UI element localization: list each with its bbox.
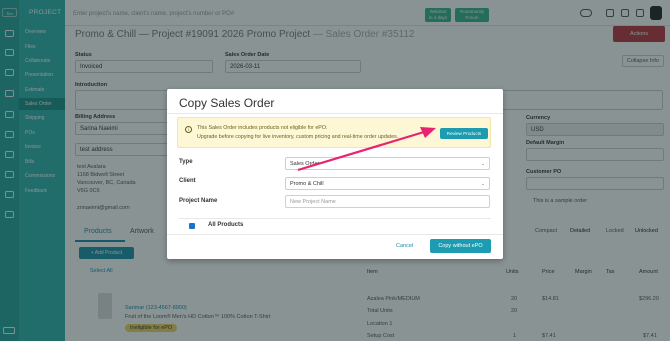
warning-line-1: This Sales Order includes products not e… — [197, 125, 328, 131]
cancel-button[interactable]: Cancel — [396, 243, 413, 249]
type-value: Sales Order — [290, 161, 320, 167]
modal-divider — [167, 113, 503, 114]
project-name-label: Project Name — [179, 198, 218, 204]
chevron-down-icon: ⌄ — [480, 161, 485, 167]
modal-footer-divider — [167, 234, 503, 235]
type-select[interactable]: Sales Order ⌄ — [285, 157, 490, 170]
info-icon: i — [185, 126, 192, 133]
copy-without-epo-button[interactable]: Copy without ePO — [430, 239, 491, 253]
client-value: Promo & Chill — [290, 181, 324, 187]
epo-warning-banner: i This Sales Order includes products not… — [177, 117, 491, 148]
all-products-label: All Products — [208, 222, 244, 228]
project-name-input[interactable]: New Project Name — [285, 195, 490, 208]
review-products-button[interactable]: Review Products — [440, 128, 488, 139]
client-label: Client — [179, 178, 196, 184]
type-label: Type — [179, 159, 193, 165]
copy-sales-order-modal: Copy Sales Order i This Sales Order incl… — [167, 89, 503, 259]
all-products-row: All Products — [179, 218, 491, 232]
all-products-checkbox[interactable] — [189, 223, 195, 229]
warning-line-2: Upgrade before copying for live inventor… — [197, 134, 399, 140]
chevron-down-icon: ⌄ — [480, 181, 485, 187]
client-select[interactable]: Promo & Chill ⌄ — [285, 177, 490, 190]
modal-title: Copy Sales Order — [179, 96, 275, 110]
